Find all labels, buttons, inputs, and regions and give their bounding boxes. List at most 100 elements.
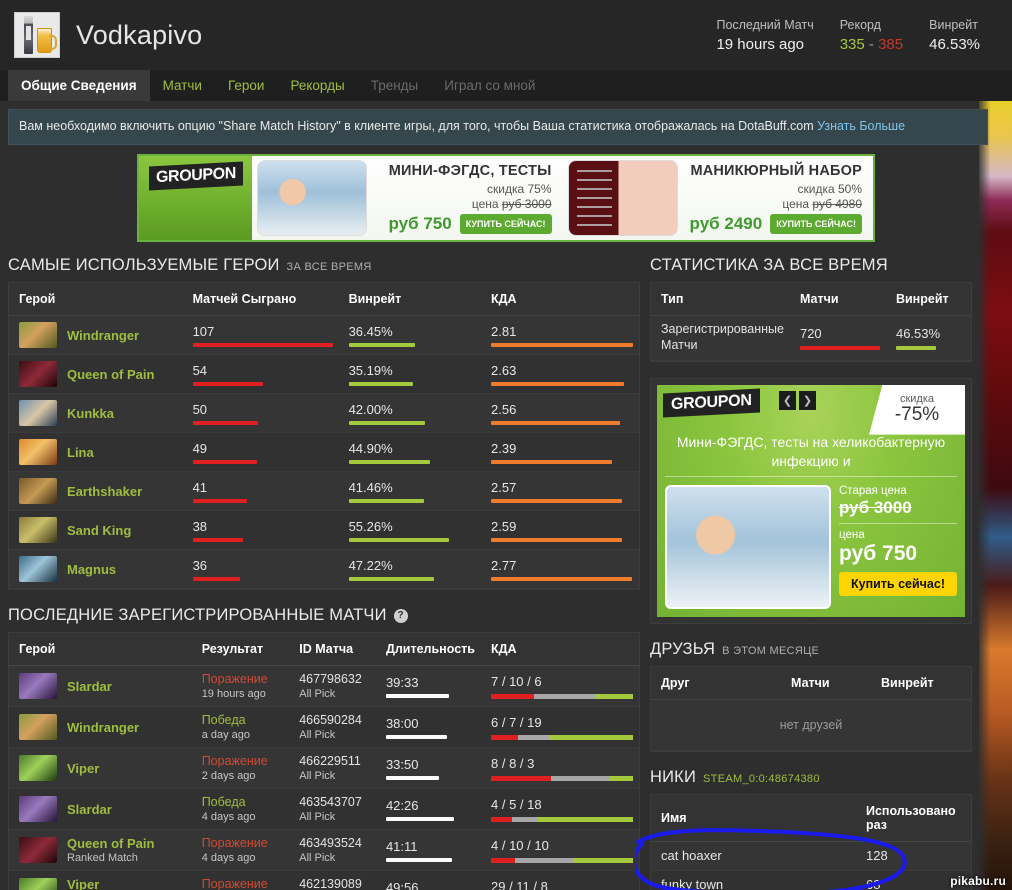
hero-cell[interactable]: Slardar	[9, 789, 192, 830]
match-id-cell[interactable]: 466590284 All Pick	[289, 707, 376, 748]
offer-old-price-value: руб 4980	[812, 196, 862, 211]
stat-winrate-cell: 46.53%	[886, 316, 971, 360]
offer-old-price: цена руб 3000	[472, 197, 552, 211]
tab-1[interactable]: Матчи	[150, 70, 215, 101]
chevron-left-icon[interactable]: ❮	[779, 390, 796, 410]
sidebar-ad-body: Старая цена руб 3000 цена руб 750 Купить…	[657, 477, 965, 616]
duration-value: 42:26	[385, 797, 419, 813]
stat-matches: 720	[799, 326, 822, 342]
table-header-row: Друг Матчи Винрейт	[651, 666, 971, 700]
table-row[interactable]: Earthshaker 41 41.46% 2.57	[9, 471, 639, 511]
hero-cell[interactable]: Sand King	[9, 511, 183, 550]
duration-cell: 39:33	[376, 666, 481, 707]
hero-cell[interactable]: Windranger	[9, 316, 183, 355]
match-id-cell[interactable]: 463493524 All Pick	[289, 830, 376, 871]
kills-segment	[491, 694, 534, 699]
hero-cell[interactable]: Lina	[9, 433, 183, 472]
winrate-value: 47.22%	[348, 557, 393, 573]
matches-cell: 36	[183, 550, 339, 589]
offer-old-price-value: руб 3000	[501, 196, 552, 211]
match-id-cell[interactable]: 466229511 All Pick	[289, 748, 376, 789]
winrate-value: 44.90%	[348, 440, 393, 456]
table-row[interactable]: Viper Поражение 2 days ago 466229511 All Pic…	[9, 747, 639, 789]
hero-portrait-icon	[19, 517, 57, 544]
avatar[interactable]	[14, 12, 60, 58]
table-row[interactable]: Sand King 38 55.26% 2.59	[9, 510, 639, 550]
hero-cell[interactable]: ViperRanked Match	[9, 871, 192, 890]
offer-old-price: цена руб 4980	[782, 197, 862, 211]
table-row[interactable]: Lina 49 44.90% 2.39	[9, 432, 639, 472]
banner-offer-2[interactable]: МАНИКЮРНЫЙ НАБОР скидка 50% цена руб 498…	[563, 156, 874, 240]
stat-value: 335 - 385	[840, 36, 903, 53]
kda-bar	[491, 577, 632, 581]
hero-cell[interactable]: Queen of Pain	[9, 355, 183, 394]
result-cell: Поражение 4 days ago	[192, 830, 290, 871]
offer-buy-button[interactable]: КУПИТЬ СЕЙЧАС!	[459, 213, 552, 234]
offer-price: руб 2490	[689, 213, 763, 233]
question-mark-icon[interactable]: ?	[393, 608, 408, 623]
matches-bar	[192, 460, 257, 464]
tab-0[interactable]: Общие Сведения	[8, 70, 150, 101]
offer-buy-button[interactable]: КУПИТЬ СЕЙЧАС!	[770, 213, 862, 234]
table-row[interactable]: Kunkka 50 42.00% 2.56	[9, 393, 639, 433]
top-banner-ad[interactable]: GROUPON МИНИ-ФЭГДС, ТЕСТЫ скидка 75% цен…	[137, 154, 875, 243]
header-stat-record: Рекорд 335 - 385	[840, 18, 903, 53]
banner-offer-1[interactable]: МИНИ-ФЭГДС, ТЕСТЫ скидка 75% цена руб 30…	[252, 156, 563, 240]
hero-cell[interactable]: Magnus	[9, 550, 183, 589]
table-row[interactable]: Queen of Pain Ranked Match Поражение 4 days…	[9, 829, 639, 871]
column-header: КДА	[481, 633, 639, 667]
hero-cell[interactable]: Earthshaker	[9, 472, 183, 511]
matches-bar	[192, 499, 248, 503]
winrate-bar	[348, 421, 425, 425]
match-id-cell[interactable]: 467798632 All Pick	[289, 666, 376, 707]
notice-learn-more-link[interactable]: Узнать Больше	[817, 119, 905, 133]
table-row[interactable]: Queen of Pain 54 35.19% 2.63	[9, 354, 639, 394]
assists-segment	[537, 817, 633, 822]
winrate-bar	[348, 577, 434, 581]
winrate-cell: 35.19%	[339, 355, 481, 394]
hero-portrait-icon	[19, 878, 57, 890]
offer-title: МИНИ-ФЭГДС, ТЕСТЫ	[388, 162, 552, 179]
old-price-value: руб 3000	[839, 498, 912, 518]
table-row[interactable]: ViperRanked MatchПоражение5 days ago4621…	[9, 870, 639, 890]
match-result: Поражение	[201, 836, 268, 851]
chevron-right-icon[interactable]: ❯	[799, 390, 816, 410]
kda-cell: 6 / 7 / 19	[481, 707, 639, 748]
hero-cell[interactable]: Windranger	[9, 707, 192, 748]
match-id-cell[interactable]: 463543707 All Pick	[289, 789, 376, 830]
table-row[interactable]: Windranger 107 36.45% 2.81	[9, 315, 639, 355]
table-row[interactable]: Magnus 36 47.22% 2.77	[9, 549, 639, 589]
match-id-cell[interactable]: 462139089All Pick	[289, 871, 376, 890]
tab-3[interactable]: Рекорды	[277, 70, 357, 101]
kda-value: 8 / 8 / 3	[491, 755, 535, 771]
buy-now-button[interactable]: Купить сейчас!	[839, 572, 957, 597]
tab-2[interactable]: Герои	[215, 70, 277, 101]
result-cell: Поражение 19 hours ago	[192, 666, 290, 707]
hero-cell[interactable]: Queen of Pain Ranked Match	[9, 830, 192, 871]
offer-image-doctor	[257, 160, 367, 237]
match-id: 466229511	[299, 754, 361, 769]
table-row[interactable]: Slardar Победа 4 days ago 463543707 All Pick…	[9, 788, 639, 830]
kda-value: 2.39	[491, 440, 517, 456]
matches-bar	[192, 577, 241, 581]
kda-bar	[491, 460, 612, 464]
column-header: Матчи	[789, 283, 886, 317]
hero-cell[interactable]: Kunkka	[9, 394, 183, 433]
nickname-value: funky town	[661, 876, 724, 890]
sidebar-groupon-ad[interactable]: GROUPON ❮ ❯ скидка -75% Мини-ФЭГДС, тест…	[650, 377, 972, 624]
matches-cell: 50	[183, 394, 339, 433]
hero-portrait-icon	[19, 439, 57, 466]
hero-cell[interactable]: Slardar	[9, 666, 192, 707]
matches-bar	[799, 345, 880, 350]
table-row[interactable]: Windranger Победа a day ago 466590284 All Pi…	[9, 706, 639, 748]
page-root: Vodkapivo Последний Матч 19 hours ago Ре…	[0, 0, 1012, 890]
table-row[interactable]: Slardar Поражение 19 hours ago 467798632 All…	[9, 665, 639, 707]
header-stat-last-match: Последний Матч 19 hours ago	[716, 18, 813, 53]
match-ago: 4 days ago	[201, 811, 256, 824]
matches-cell: 54	[183, 355, 339, 394]
hero-cell[interactable]: Viper	[9, 748, 192, 789]
beer-mug-icon	[37, 28, 57, 53]
kda-bar	[491, 538, 622, 542]
hero-portrait-icon	[19, 322, 57, 349]
matches-cell: 41	[183, 472, 339, 511]
